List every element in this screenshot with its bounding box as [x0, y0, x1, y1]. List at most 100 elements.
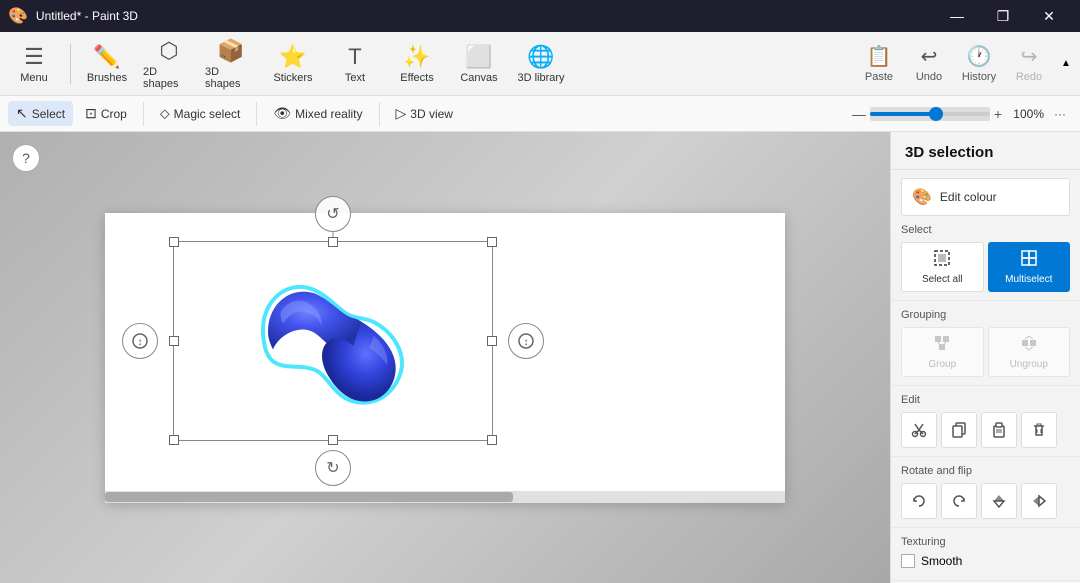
zoom-value: 100%: [1006, 107, 1044, 121]
shapes-2d-label: 2D shapes: [143, 66, 195, 90]
canvas-area: ? ↺ ↕ ↕: [0, 132, 890, 583]
sub-separator-1: [143, 102, 144, 126]
grouping-label: Grouping: [901, 309, 1070, 321]
rotation-handle-top[interactable]: ↺: [315, 196, 351, 232]
zoom-thumb[interactable]: [929, 107, 943, 121]
brushes-button[interactable]: ✏️ Brushes: [77, 36, 137, 92]
select-all-button[interactable]: Select all: [901, 242, 984, 292]
menu-icon: ☰: [24, 44, 44, 70]
library-button[interactable]: 🌐 3D library: [511, 36, 571, 92]
maximize-button[interactable]: ❐: [980, 0, 1026, 32]
crop-icon: ⊡: [85, 105, 97, 122]
handle-top-left[interactable]: [169, 237, 179, 247]
effects-button[interactable]: ✨ Effects: [387, 36, 447, 92]
toolbar-expand-button[interactable]: ▲: [1056, 52, 1076, 76]
view-3d-button[interactable]: ▷ 3D view: [388, 101, 461, 126]
3d-object[interactable]: [213, 259, 453, 422]
stickers-button[interactable]: ⭐ Stickers: [263, 36, 323, 92]
rotate-right-icon: [951, 493, 967, 509]
crop-label: Crop: [101, 107, 127, 121]
close-button[interactable]: ✕: [1026, 0, 1072, 32]
colour-picker-icon: 🎨: [912, 187, 932, 207]
multiselect-button[interactable]: Multiselect: [988, 242, 1071, 292]
flip-horizontal-button[interactable]: [1021, 483, 1057, 519]
smooth-checkbox-row: Smooth: [901, 554, 1070, 568]
handle-top-middle[interactable]: [328, 237, 338, 247]
select-section: Select Select all: [891, 216, 1080, 301]
delete-button[interactable]: [1021, 412, 1057, 448]
zoom-out-icon[interactable]: —: [852, 106, 866, 122]
library-label: 3D library: [517, 72, 564, 84]
zoom-in-icon[interactable]: +: [994, 106, 1002, 122]
stickers-label: Stickers: [273, 72, 312, 84]
minimize-button[interactable]: —: [934, 0, 980, 32]
crop-button[interactable]: ⊡ Crop: [77, 101, 135, 126]
copy-button[interactable]: [941, 412, 977, 448]
handle-bottom-right[interactable]: [487, 435, 497, 445]
redo-button[interactable]: ↪ Redo: [1006, 36, 1052, 92]
rotate-left-icon: [911, 493, 927, 509]
rotate-flip-row: [901, 483, 1070, 519]
toolbar-separator-1: [70, 44, 71, 84]
group-button[interactable]: Group: [901, 327, 984, 377]
shapes-2d-button[interactable]: ⬡ 2D shapes: [139, 36, 199, 92]
ungroup-label: Ungroup: [1010, 359, 1048, 370]
flip-vertical-button[interactable]: [981, 483, 1017, 519]
zoom-more-button[interactable]: ···: [1048, 103, 1072, 125]
menu-button[interactable]: ☰ Menu: [4, 36, 64, 92]
copy-icon: [951, 422, 967, 438]
edit-section: Edit: [891, 386, 1080, 457]
canvas-button[interactable]: ⬜ Canvas: [449, 36, 509, 92]
history-button[interactable]: 🕐 History: [956, 36, 1002, 92]
paste-button[interactable]: 📋 Paste: [856, 36, 902, 92]
help-button[interactable]: ?: [12, 144, 40, 172]
rotate-flip-label: Rotate and flip: [901, 465, 1070, 477]
library-icon: 🌐: [527, 44, 554, 70]
tilt-handle-left[interactable]: ↕: [122, 323, 158, 359]
brushes-icon: ✏️: [93, 44, 120, 70]
panel-title: 3D selection: [891, 132, 1080, 170]
paste-edit-icon: [991, 422, 1007, 438]
smooth-checkbox[interactable]: [901, 554, 915, 568]
select-btn-row: Select all Multiselect: [901, 242, 1070, 292]
select-section-label: Select: [901, 224, 1070, 236]
rotate-left-button[interactable]: [901, 483, 937, 519]
rotation-handle-bottom[interactable]: ↻: [315, 450, 351, 486]
scrollbar[interactable]: [105, 491, 785, 503]
redo-icon: ↪: [1021, 44, 1038, 69]
undo-label: Undo: [916, 71, 942, 83]
handle-middle-right[interactable]: [487, 336, 497, 346]
history-label: History: [962, 71, 996, 83]
ungroup-button[interactable]: Ungroup: [988, 327, 1071, 377]
undo-button[interactable]: ↩ Undo: [906, 36, 952, 92]
paste-edit-button[interactable]: [981, 412, 1017, 448]
magic-select-button[interactable]: ⬦ Magic select: [152, 101, 249, 126]
handle-bottom-middle[interactable]: [328, 435, 338, 445]
text-label: Text: [345, 72, 365, 84]
text-button[interactable]: T Text: [325, 36, 385, 92]
app-title: Untitled* - Paint 3D: [36, 9, 138, 23]
redo-label: Redo: [1016, 71, 1042, 83]
select-all-icon: [933, 249, 951, 272]
mixed-reality-button[interactable]: 👁 Mixed reality: [265, 101, 370, 126]
rotate-right-button[interactable]: [941, 483, 977, 519]
grouping-btn-row: Group Ungroup: [901, 327, 1070, 377]
select-subtool-button[interactable]: ↖ Select: [8, 101, 73, 126]
title-bar: 🎨 Untitled* - Paint 3D — ❐ ✕: [0, 0, 1080, 32]
handle-top-right[interactable]: [487, 237, 497, 247]
zoom-slider[interactable]: [870, 107, 990, 121]
scrollbar-thumb[interactable]: [105, 492, 513, 502]
shapes-3d-button[interactable]: 📦 3D shapes: [201, 36, 261, 92]
shapes-3d-icon: 📦: [217, 38, 244, 64]
edit-colour-button[interactable]: 🎨 Edit colour: [901, 178, 1070, 216]
handle-middle-left[interactable]: [169, 336, 179, 346]
group-label: Group: [928, 359, 956, 370]
handle-bottom-left[interactable]: [169, 435, 179, 445]
title-bar-controls: — ❐ ✕: [934, 0, 1072, 32]
group-icon: [933, 334, 951, 357]
cut-button[interactable]: [901, 412, 937, 448]
cut-icon: [911, 422, 927, 438]
tilt-handle-right[interactable]: ↕: [508, 323, 544, 359]
select-all-label: Select all: [922, 274, 963, 285]
grouping-section: Grouping Group: [891, 301, 1080, 386]
